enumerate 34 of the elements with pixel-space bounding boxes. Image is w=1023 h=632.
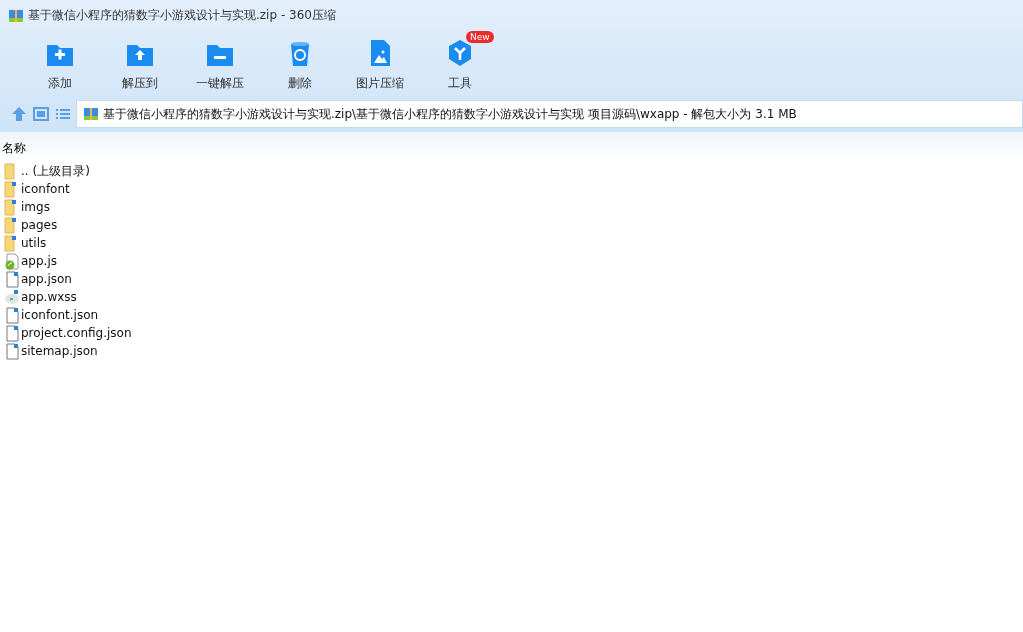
file-icon bbox=[4, 324, 19, 342]
toolbar-button[interactable]: 添加 bbox=[20, 35, 100, 94]
file-name[interactable]: imgs bbox=[21, 200, 50, 214]
file-name[interactable]: project.config.json bbox=[21, 326, 132, 340]
file-name[interactable]: .. (上级目录) bbox=[21, 162, 90, 180]
new-badge: New bbox=[466, 31, 494, 43]
toolbar-button[interactable]: 一键解压 bbox=[180, 35, 260, 94]
toolbar-button[interactable]: 图片压缩 bbox=[340, 35, 420, 94]
file-name[interactable]: app.wxss bbox=[21, 290, 77, 304]
archive-icon bbox=[8, 7, 24, 24]
file-name[interactable]: app.json bbox=[21, 272, 72, 286]
style-file-icon bbox=[4, 288, 19, 306]
folder-icon bbox=[4, 198, 19, 216]
toolbar-button[interactable]: 解压到 bbox=[100, 35, 180, 94]
folder-icon bbox=[4, 216, 19, 234]
toolbar-button[interactable]: 删除 bbox=[260, 35, 340, 94]
file-icon bbox=[4, 270, 19, 288]
archive-icon bbox=[83, 106, 99, 122]
up-arrow-icon[interactable] bbox=[10, 105, 28, 123]
file-name[interactable]: sitemap.json bbox=[21, 344, 98, 358]
script-file-icon bbox=[4, 252, 19, 270]
file-name[interactable]: iconfont bbox=[21, 182, 70, 196]
file-icon bbox=[4, 342, 19, 360]
window-title: 基于微信小程序的猜数字小游戏设计与实现.zip - 360压缩 bbox=[28, 7, 336, 24]
file-name[interactable]: utils bbox=[21, 236, 47, 250]
file-name[interactable]: app.js bbox=[21, 254, 57, 268]
file-name[interactable]: pages bbox=[21, 218, 58, 232]
address-bar[interactable]: 基于微信小程序的猜数字小游戏设计与实现.zip\基于微信小程序的猜数字小游戏设计与实现 项目源码\wxapp - 解包大小为 3.1 MB bbox=[76, 100, 1023, 128]
file-name[interactable]: iconfont.json bbox=[21, 308, 99, 322]
column-header[interactable]: 名称 bbox=[2, 141, 26, 155]
file-icon bbox=[4, 306, 19, 324]
folder-icon bbox=[4, 234, 19, 252]
folder-icon bbox=[4, 180, 19, 198]
panel-view-icon[interactable] bbox=[32, 105, 50, 123]
